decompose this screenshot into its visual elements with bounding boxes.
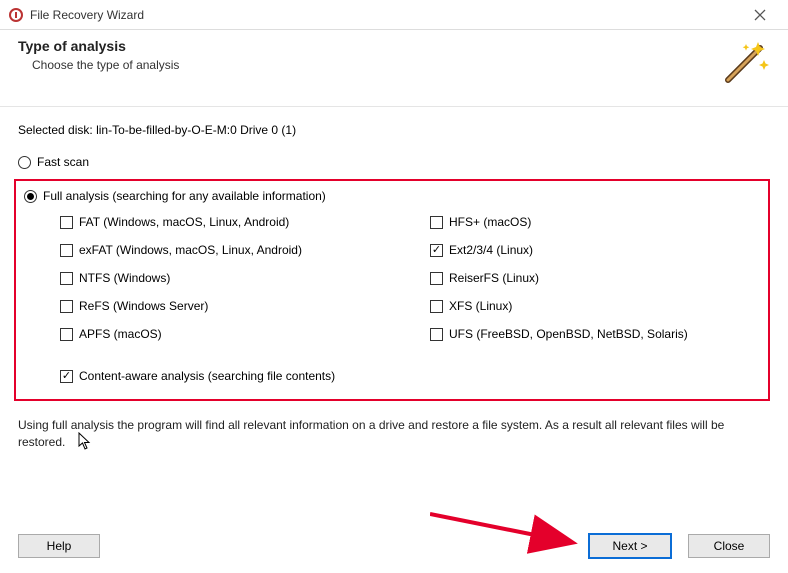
close-icon[interactable]: [740, 0, 780, 30]
checkbox-hfs[interactable]: HFS+ (macOS): [430, 215, 760, 229]
checkbox-reiserfs[interactable]: ReiserFS (Linux): [430, 271, 760, 285]
checkbox-icon: [60, 370, 73, 383]
checkbox-apfs[interactable]: APFS (macOS): [60, 327, 390, 341]
footer: Help Next > Close: [0, 522, 788, 573]
radio-full-analysis[interactable]: Full analysis (searching for any availab…: [24, 189, 760, 203]
checkbox-fat[interactable]: FAT (Windows, macOS, Linux, Android): [60, 215, 390, 229]
checkbox-label: FAT (Windows, macOS, Linux, Android): [79, 215, 289, 229]
radio-label: Fast scan: [37, 155, 89, 169]
checkbox-label: exFAT (Windows, macOS, Linux, Android): [79, 243, 302, 257]
checkbox-label: UFS (FreeBSD, OpenBSD, NetBSD, Solaris): [449, 327, 688, 341]
checkbox-label: APFS (macOS): [79, 327, 162, 341]
checkbox-icon: [60, 272, 73, 285]
checkbox-icon: [430, 216, 443, 229]
radio-icon: [24, 190, 37, 203]
wizard-wand-icon: [714, 38, 770, 94]
checkbox-icon: [430, 272, 443, 285]
content: Selected disk: lin-To-be-filled-by-O-E-M…: [0, 107, 788, 451]
checkbox-label: Content-aware analysis (searching file c…: [79, 369, 335, 383]
next-button[interactable]: Next >: [588, 533, 672, 559]
radio-fast-scan[interactable]: Fast scan: [18, 155, 770, 169]
selected-disk-value: lin-To-be-filled-by-O-E-M:0 Drive 0 (1): [96, 123, 296, 137]
header: Type of analysis Choose the type of anal…: [0, 30, 788, 107]
button-label: Next >: [612, 539, 647, 553]
checkbox-exfat[interactable]: exFAT (Windows, macOS, Linux, Android): [60, 243, 390, 257]
checkbox-label: XFS (Linux): [449, 299, 512, 313]
checkbox-icon: [430, 244, 443, 257]
checkbox-ntfs[interactable]: NTFS (Windows): [60, 271, 390, 285]
checkbox-label: ReiserFS (Linux): [449, 271, 539, 285]
checkbox-label: HFS+ (macOS): [449, 215, 531, 229]
checkbox-ufs[interactable]: UFS (FreeBSD, OpenBSD, NetBSD, Solaris): [430, 327, 760, 341]
checkbox-icon: [430, 300, 443, 313]
header-text: Type of analysis Choose the type of anal…: [18, 38, 714, 72]
checkbox-icon: [60, 328, 73, 341]
checkbox-icon: [60, 300, 73, 313]
radio-label: Full analysis (searching for any availab…: [43, 189, 326, 203]
button-label: Help: [47, 539, 72, 553]
titlebar: File Recovery Wizard: [0, 0, 788, 30]
checkbox-refs[interactable]: ReFS (Windows Server): [60, 299, 390, 313]
page-subtitle: Choose the type of analysis: [32, 58, 714, 72]
selected-disk-label: Selected disk:: [18, 123, 93, 137]
checkbox-icon: [430, 328, 443, 341]
button-label: Close: [714, 539, 745, 553]
filesystem-grid: FAT (Windows, macOS, Linux, Android) HFS…: [60, 215, 760, 341]
full-analysis-group: Full analysis (searching for any availab…: [14, 179, 770, 401]
checkbox-icon: [60, 244, 73, 257]
checkbox-ext[interactable]: Ext2/3/4 (Linux): [430, 243, 760, 257]
window-title: File Recovery Wizard: [30, 8, 740, 22]
close-button[interactable]: Close: [688, 534, 770, 558]
app-icon: [8, 7, 24, 23]
checkbox-label: ReFS (Windows Server): [79, 299, 208, 313]
page-title: Type of analysis: [18, 38, 714, 54]
scan-note: Using full analysis the program will fin…: [18, 417, 770, 451]
selected-disk: Selected disk: lin-To-be-filled-by-O-E-M…: [18, 123, 770, 137]
radio-icon: [18, 156, 31, 169]
help-button[interactable]: Help: [18, 534, 100, 558]
checkbox-xfs[interactable]: XFS (Linux): [430, 299, 760, 313]
checkbox-label: NTFS (Windows): [79, 271, 170, 285]
checkbox-icon: [60, 216, 73, 229]
checkbox-content-aware[interactable]: Content-aware analysis (searching file c…: [60, 369, 760, 383]
checkbox-label: Ext2/3/4 (Linux): [449, 243, 533, 257]
